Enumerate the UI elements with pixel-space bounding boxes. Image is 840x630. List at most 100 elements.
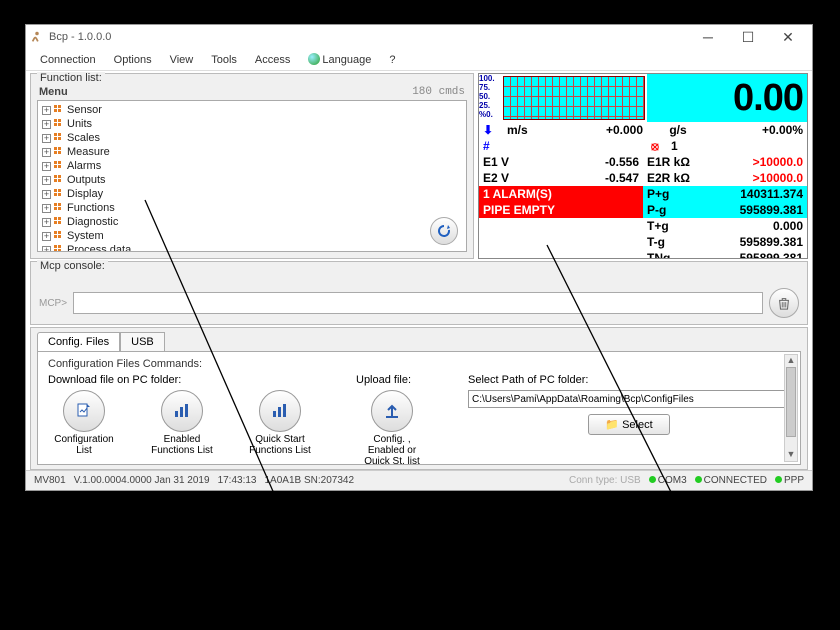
cmds-count: 180 cmds [412, 86, 465, 98]
select-path-label: Select Path of PC folder: [468, 374, 588, 386]
config-panel: Config. Files USB Configuration Files Co… [30, 327, 808, 470]
folder-icon [54, 105, 64, 115]
upload-icon [382, 401, 402, 421]
menu-language[interactable]: Language [308, 53, 371, 66]
expand-icon[interactable]: + [42, 204, 51, 213]
maximize-button[interactable]: ☐ [728, 29, 768, 46]
folder-icon [54, 119, 64, 129]
mini-graph: 100. 75. 50. 25. %0. [479, 74, 647, 122]
expand-icon[interactable]: + [42, 120, 51, 129]
mcp-prompt: MCP> [39, 298, 67, 309]
statusbar: MV801 V.1.00.0004.0000 Jan 31 2019 17:43… [26, 470, 812, 490]
arrow-icon: ⬇ [479, 122, 503, 138]
cmd-enabled-functions[interactable]: Enabled Functions List [146, 390, 218, 456]
upload-label: Upload file: [356, 374, 428, 386]
device-display: 100. 75. 50. 25. %0. 0.00 ⬇ m/s +0.000 g… [478, 73, 808, 259]
tree-item: +Display [38, 187, 466, 201]
expand-icon[interactable]: + [42, 246, 51, 253]
expand-icon[interactable]: + [42, 190, 51, 199]
cmd-upload[interactable]: Config. , Enabled or Quick St. list [356, 390, 428, 465]
alarm-banner: 1 ALARM(S) [479, 186, 643, 202]
tree-item: +Scales [38, 131, 466, 145]
expand-icon[interactable]: + [42, 148, 51, 157]
folder-icon [54, 245, 64, 252]
tree-item: +Alarms [38, 159, 466, 173]
mcp-console-panel: Mcp console: MCP> [30, 261, 808, 325]
tree-item: +Functions [38, 201, 466, 215]
folder-icon [54, 189, 64, 199]
app-title: Bcp - 1.0.0.0 [49, 31, 111, 43]
app-window: Bcp - 1.0.0.0 ─ ☐ ✕ Connection Options V… [25, 24, 813, 491]
tree-item: +Sensor [38, 103, 466, 117]
menu-tools[interactable]: Tools [211, 54, 237, 66]
tree-item: +Outputs [38, 173, 466, 187]
menu-view[interactable]: View [170, 54, 194, 66]
status-com: COM3 [649, 475, 687, 486]
mcp-input[interactable] [73, 292, 763, 314]
status-sn: 1A0A1B SN:207342 [265, 475, 355, 486]
status-dot-icon [649, 476, 656, 483]
menu-connection[interactable]: Connection [40, 54, 96, 66]
tree-item: +System [38, 229, 466, 243]
menubar: Connection Options View Tools Access Lan… [26, 49, 812, 71]
folder-icon: 📁 [605, 419, 619, 431]
bars-icon [172, 401, 192, 421]
scroll-up-icon[interactable]: ▲ [785, 355, 797, 367]
globe-icon [308, 53, 320, 65]
tree-item: +Diagnostic [38, 215, 466, 229]
folder-icon [54, 133, 64, 143]
bars-icon [270, 401, 290, 421]
alarm-text: PIPE EMPTY [479, 202, 643, 218]
refresh-button[interactable] [430, 217, 458, 245]
close-button[interactable]: ✕ [768, 29, 808, 46]
refresh-icon [436, 223, 452, 239]
status-dot-icon [775, 476, 782, 483]
tab-config-files[interactable]: Config. Files [37, 332, 120, 351]
function-list-panel: Function list: Menu 180 cmds +Sensor +Un… [30, 73, 474, 259]
select-folder-button[interactable]: 📁 Select [588, 414, 669, 435]
folder-icon [54, 217, 64, 227]
folder-icon [54, 203, 64, 213]
clear-console-button[interactable] [769, 288, 799, 318]
app-icon [30, 30, 44, 44]
tree-item: +Units [38, 117, 466, 131]
mcp-title: Mcp console: [37, 260, 108, 272]
expand-icon[interactable]: + [42, 218, 51, 227]
function-list-title: Function list: [37, 72, 105, 84]
tab-usb[interactable]: USB [120, 332, 165, 351]
alert-icon: ⦻ [647, 138, 667, 154]
expand-icon[interactable]: + [42, 232, 51, 241]
menu-options[interactable]: Options [114, 54, 152, 66]
document-icon [74, 401, 94, 421]
scroll-thumb[interactable] [786, 367, 796, 437]
status-ppp: PPP [775, 475, 804, 486]
minimize-button[interactable]: ─ [688, 29, 728, 45]
scroll-down-icon[interactable]: ▼ [785, 449, 797, 461]
scrollbar[interactable]: ▲ ▼ [784, 354, 798, 462]
expand-icon[interactable]: + [42, 106, 51, 115]
titlebar: Bcp - 1.0.0.0 ─ ☐ ✕ [26, 25, 812, 49]
status-version: V.1.00.0004.0000 Jan 31 2019 [74, 475, 210, 486]
cfg-heading: Configuration Files Commands: [48, 358, 790, 370]
menu-label: Menu [39, 86, 68, 98]
cmd-config-list[interactable]: Configuration List [48, 390, 120, 456]
status-dot-icon [695, 476, 702, 483]
status-connected: CONNECTED [695, 475, 767, 486]
expand-icon[interactable]: + [42, 162, 51, 171]
status-device: MV801 [34, 475, 66, 486]
trash-icon [777, 296, 791, 310]
menu-help[interactable]: ? [389, 54, 395, 66]
path-input[interactable] [468, 390, 790, 408]
cmd-quickstart-functions[interactable]: Quick Start Functions List [244, 390, 316, 456]
tree-item: +Measure [38, 145, 466, 159]
folder-icon [54, 161, 64, 171]
function-tree[interactable]: +Sensor +Units +Scales +Measure +Alarms … [37, 100, 467, 252]
menu-access[interactable]: Access [255, 54, 290, 66]
expand-icon[interactable]: + [42, 134, 51, 143]
tree-item: +Process data [38, 243, 466, 252]
status-conn-type: Conn type: USB [569, 475, 641, 486]
folder-icon [54, 147, 64, 157]
folder-icon [54, 231, 64, 241]
folder-icon [54, 175, 64, 185]
expand-icon[interactable]: + [42, 176, 51, 185]
